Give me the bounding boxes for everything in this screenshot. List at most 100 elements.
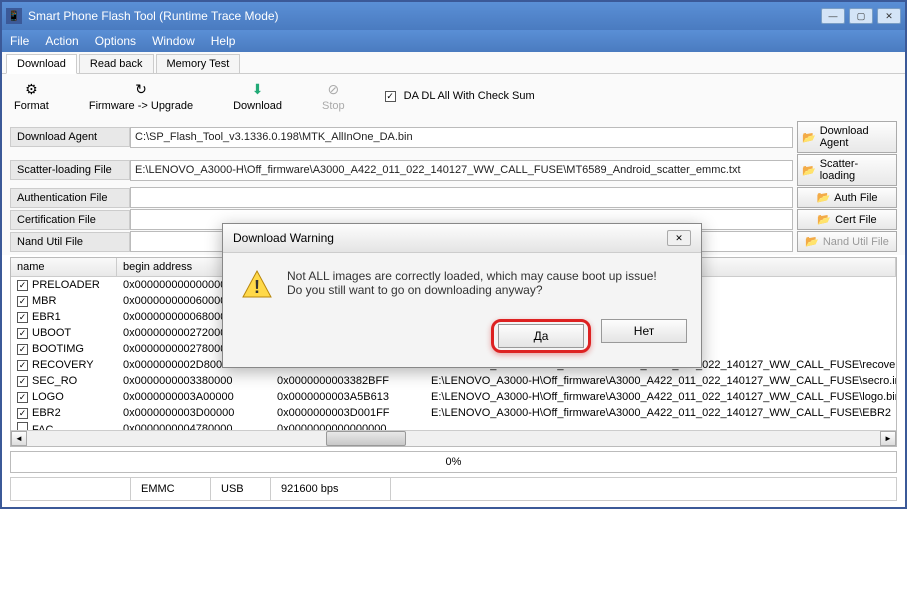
yes-highlight: Да	[491, 319, 591, 353]
scroll-left-button[interactable]: ◄	[11, 431, 27, 446]
dialog-line1: Not ALL images are correctly loaded, whi…	[287, 269, 657, 283]
folder-icon: 📂	[802, 164, 816, 177]
format-icon: ⚙	[22, 80, 40, 98]
status-cell-5	[391, 478, 896, 500]
dialog-close-button[interactable]: ✕	[667, 230, 691, 246]
menu-window[interactable]: Window	[152, 34, 195, 48]
stop-button[interactable]: ⊘ Stop	[322, 80, 345, 112]
dialog-body: ! Not ALL images are correctly loaded, w…	[223, 253, 701, 311]
table-row[interactable]: ✓LOGO0x0000000003A000000x0000000003A5B61…	[11, 389, 896, 405]
row-checkbox[interactable]: ✓	[17, 312, 28, 323]
tabbar: Download Read back Memory Test	[2, 52, 905, 74]
row-checkbox[interactable]: ✓	[17, 328, 28, 339]
status-cell-1	[11, 478, 131, 500]
row-checkbox[interactable]: ✓	[17, 280, 28, 291]
menu-help[interactable]: Help	[211, 34, 236, 48]
no-button[interactable]: Нет	[601, 319, 687, 343]
cell-name: ✓BOOTIMG	[11, 342, 117, 356]
maximize-button[interactable]: ▢	[849, 8, 873, 24]
cell-name: ✓EBR1	[11, 310, 117, 324]
format-label: Format	[14, 100, 49, 112]
cell-name: ✓MBR	[11, 294, 117, 308]
checkbox-label: DA DL All With Check Sum	[404, 90, 535, 102]
scatter-browse-button[interactable]: 📂Scatter-loading	[797, 154, 897, 186]
dialog-line2: Do you still want to go on downloading a…	[287, 283, 657, 297]
download-label: Download	[233, 100, 282, 112]
firmware-label: Firmware -> Upgrade	[89, 100, 193, 112]
row-checkbox[interactable]: ✓	[17, 296, 28, 307]
auth-label: Authentication File	[10, 188, 130, 208]
menu-file[interactable]: File	[10, 34, 29, 48]
cell-name: ✓EBR2	[11, 406, 117, 420]
row-checkbox[interactable]: ✓	[17, 392, 28, 403]
tab-memtest[interactable]: Memory Test	[156, 54, 241, 73]
da-browse-button[interactable]: 📂Download Agent	[797, 121, 897, 153]
minimize-button[interactable]: —	[821, 8, 845, 24]
format-button[interactable]: ⚙ Format	[14, 80, 49, 112]
close-button[interactable]: ✕	[877, 8, 901, 24]
cell-end: 0x0000000003382BFF	[271, 374, 425, 388]
cert-label: Certification File	[10, 210, 130, 230]
scroll-track[interactable]	[27, 431, 880, 446]
scroll-thumb[interactable]	[326, 431, 406, 446]
cert-browse-button[interactable]: 📂Cert File	[797, 209, 897, 230]
cell-begin: 0x0000000003380000	[117, 374, 271, 388]
nand-label: Nand Util File	[10, 232, 130, 252]
tab-download[interactable]: Download	[6, 54, 77, 74]
firmware-icon: ↻	[132, 80, 150, 98]
status-usb: USB	[211, 478, 271, 500]
dialog-title: Download Warning	[233, 231, 334, 245]
h-scrollbar[interactable]: ◄ ►	[11, 430, 896, 446]
status-bar: EMMC USB 921600 bps	[10, 477, 897, 501]
tab-readback[interactable]: Read back	[79, 54, 154, 73]
auth-browse-button[interactable]: 📂Auth File	[797, 187, 897, 208]
th-name[interactable]: name	[11, 258, 117, 276]
da-label: Download Agent	[10, 127, 130, 147]
stop-icon: ⊘	[324, 80, 342, 98]
stop-label: Stop	[322, 100, 345, 112]
folder-icon: 📂	[817, 213, 831, 226]
cell-name: ✓RECOVERY	[11, 358, 117, 372]
status-baud: 921600 bps	[271, 478, 391, 500]
download-icon: ⬇	[249, 80, 267, 98]
row-checkbox[interactable]: ✓	[17, 360, 28, 371]
row-checkbox[interactable]: ✓	[17, 376, 28, 387]
cell-name: ✓SEC_RO	[11, 374, 117, 388]
menu-action[interactable]: Action	[45, 34, 78, 48]
app-icon: 📱	[6, 8, 22, 24]
titlebar: 📱 Smart Phone Flash Tool (Runtime Trace …	[2, 2, 905, 30]
cell-begin: 0x0000000003A00000	[117, 390, 271, 404]
table-row[interactable]: ✓EBR20x0000000003D000000x0000000003D001F…	[11, 405, 896, 421]
progress-text: 0%	[446, 456, 462, 468]
nand-browse-button: 📂Nand Util File	[797, 231, 897, 252]
dialog-message: Not ALL images are correctly loaded, whi…	[287, 269, 657, 297]
row-checkbox[interactable]: ✓	[17, 344, 28, 355]
download-warning-dialog: Download Warning ✕ ! Not ALL images are …	[222, 223, 702, 368]
folder-icon: 📂	[802, 131, 816, 144]
cell-begin: 0x0000000003D00000	[117, 406, 271, 420]
cell-end: 0x0000000003D001FF	[271, 406, 425, 420]
row-checkbox[interactable]: ✓	[17, 408, 28, 419]
cell-name: ✓PRELOADER	[11, 278, 117, 292]
menu-options[interactable]: Options	[95, 34, 136, 48]
warning-icon: !	[241, 269, 273, 301]
cell-end: 0x0000000003A5B613	[271, 390, 425, 404]
firmware-upgrade-button[interactable]: ↻ Firmware -> Upgrade	[89, 80, 193, 112]
auth-path-field[interactable]	[130, 187, 793, 208]
da-dl-checksum-checkbox[interactable]: ✓ DA DL All With Check Sum	[385, 90, 535, 102]
progress-bar: 0%	[10, 451, 897, 473]
download-button[interactable]: ⬇ Download	[233, 80, 282, 112]
cell-name: ✓LOGO	[11, 390, 117, 404]
da-path-field[interactable]: C:\SP_Flash_Tool_v3.1336.0.198\MTK_AllIn…	[130, 127, 793, 148]
cell-location: E:\LENOVO_A3000-H\Off_firmware\A3000_A42…	[425, 390, 896, 404]
cell-location: E:\LENOVO_A3000-H\Off_firmware\A3000_A42…	[425, 406, 896, 420]
folder-icon: 📂	[805, 235, 819, 248]
yes-button[interactable]: Да	[498, 324, 584, 348]
dialog-buttons: Да Нет	[223, 311, 701, 367]
folder-icon: 📂	[816, 191, 830, 204]
table-row[interactable]: ✓SEC_RO0x00000000033800000x0000000003382…	[11, 373, 896, 389]
cell-location: E:\LENOVO_A3000-H\Off_firmware\A3000_A42…	[425, 374, 896, 388]
cell-name: ✓UBOOT	[11, 326, 117, 340]
scroll-right-button[interactable]: ►	[880, 431, 896, 446]
scatter-path-field[interactable]: E:\LENOVO_A3000-H\Off_firmware\A3000_A42…	[130, 160, 793, 181]
